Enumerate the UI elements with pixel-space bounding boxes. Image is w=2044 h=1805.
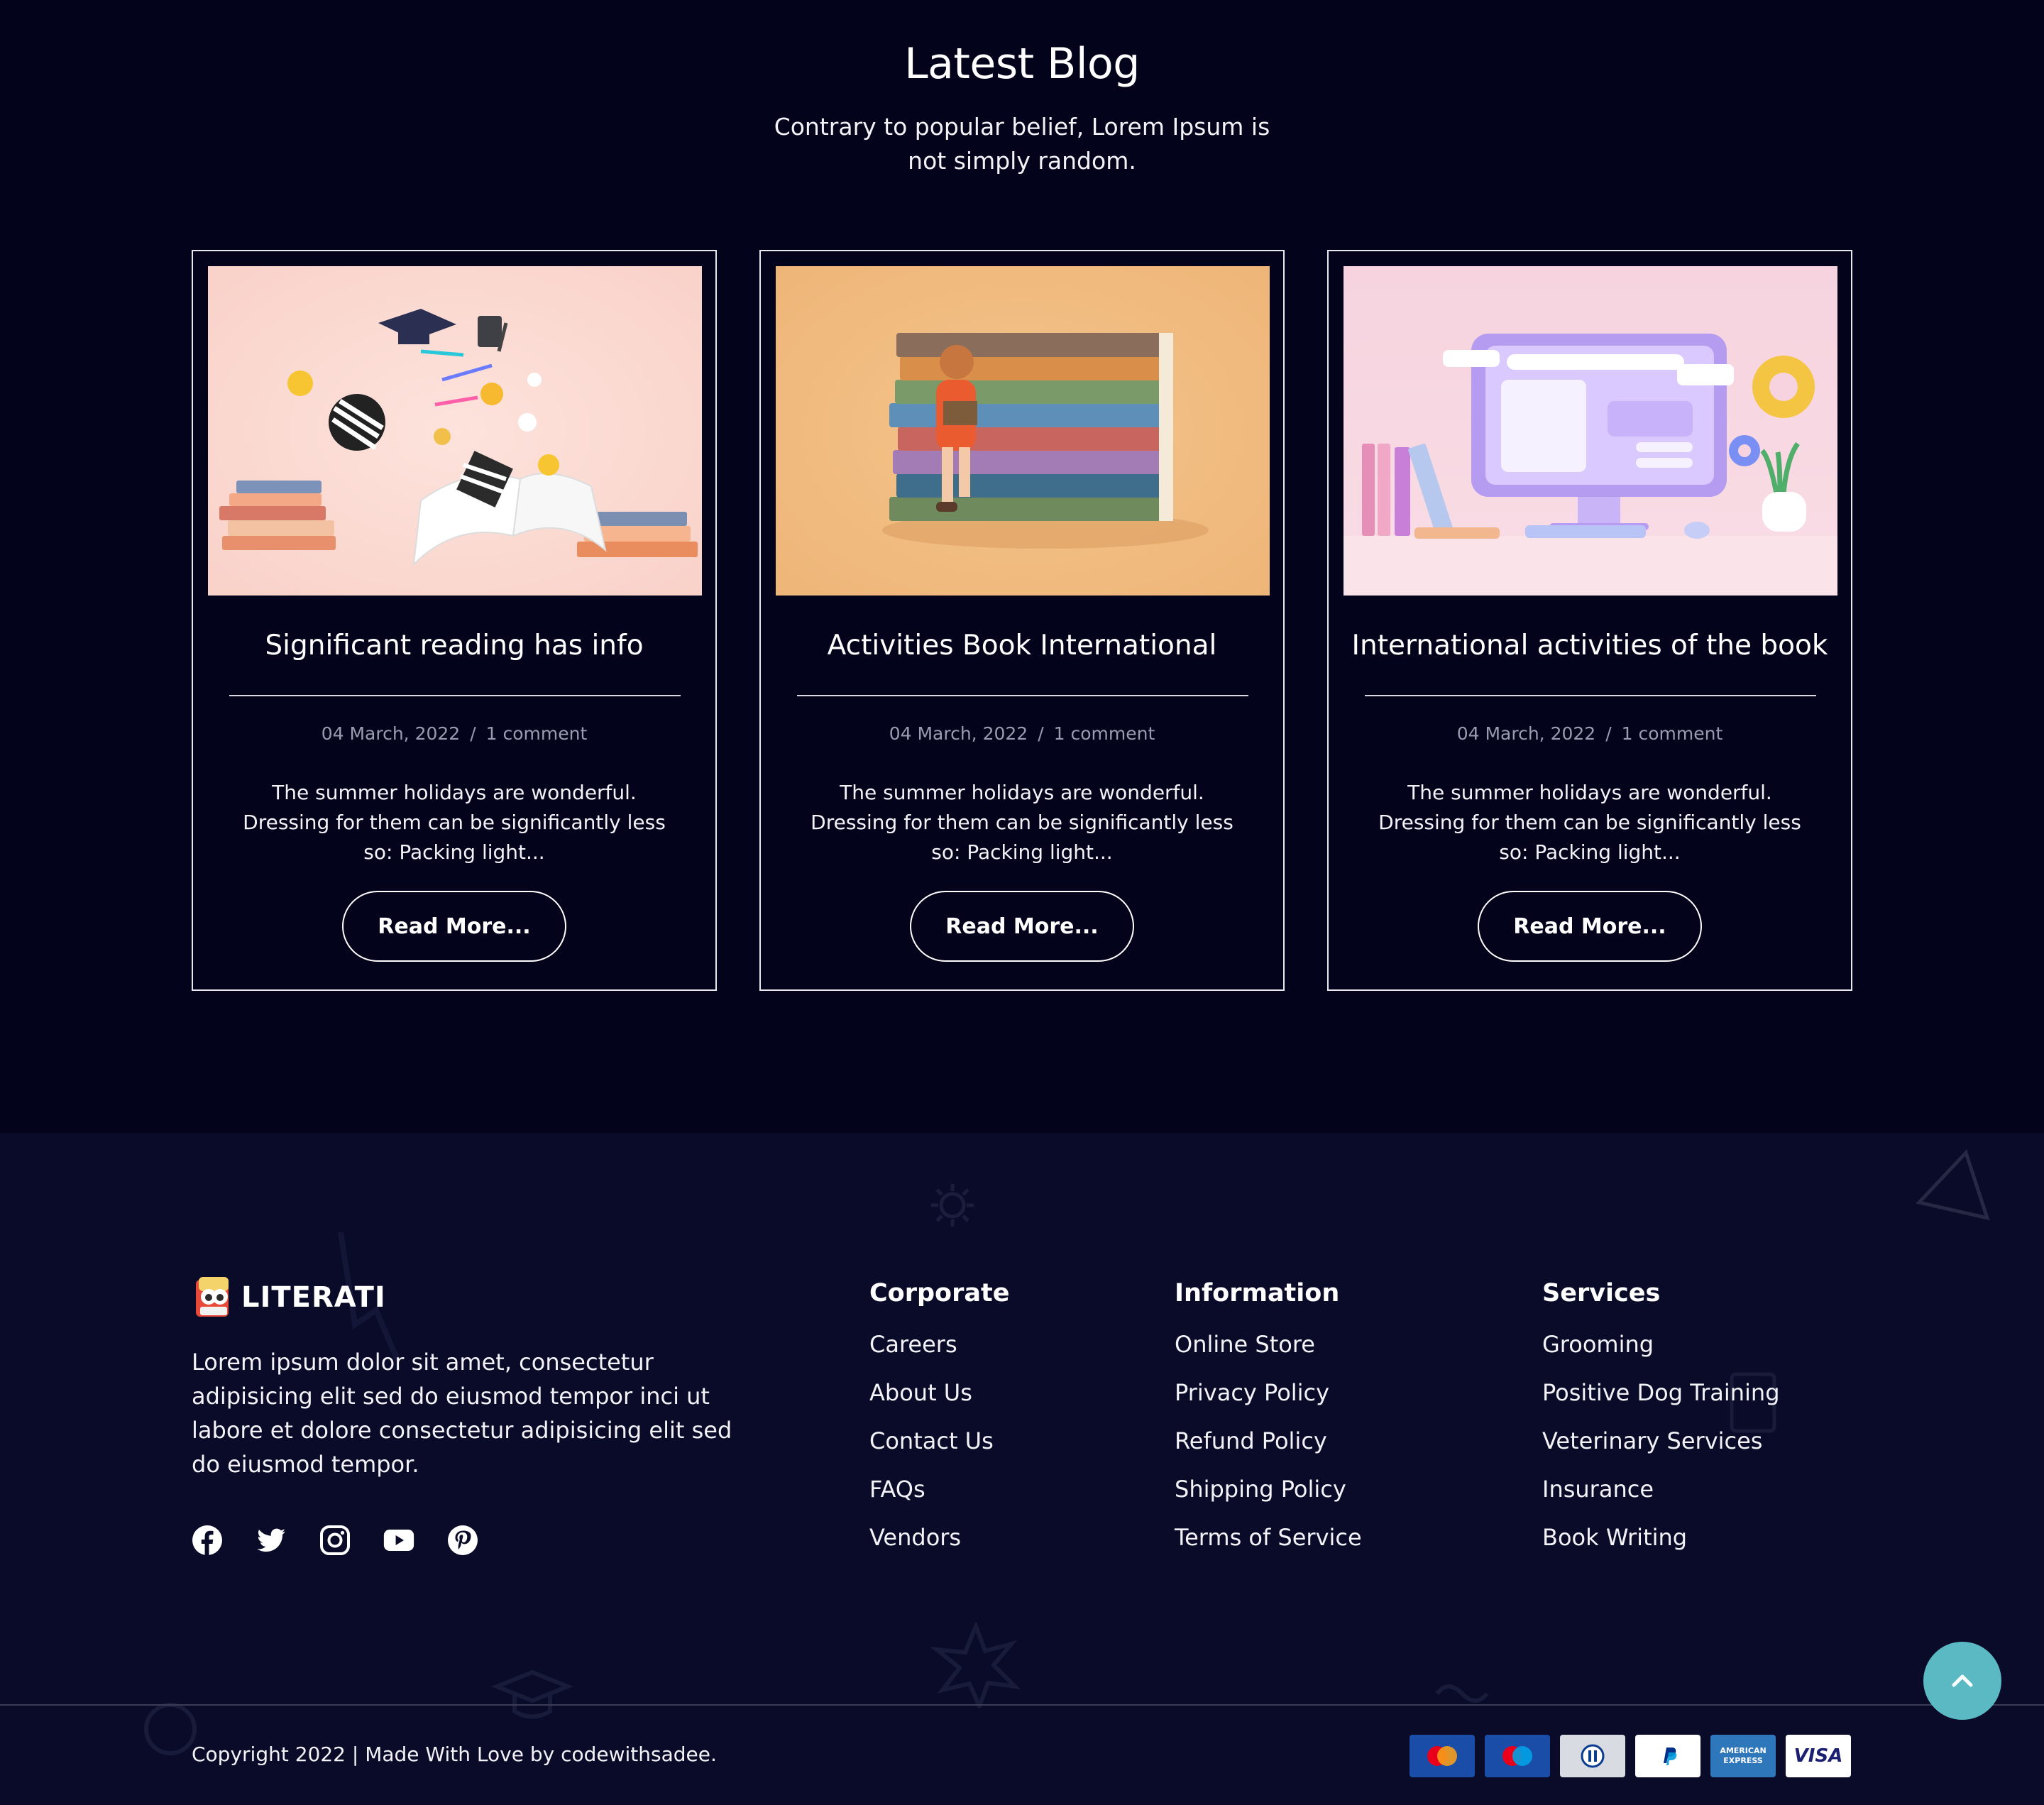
- blog-card-title[interactable]: Significant reading has info: [193, 627, 715, 664]
- triangle-decoration-icon: [1916, 1149, 1990, 1221]
- wave-decoration-icon: [1435, 1684, 1489, 1703]
- blog-meta: 04 March, 2022 / 1 comment: [193, 720, 715, 748]
- blog-excerpt: The summer holidays are wonderful. Dress…: [1378, 781, 1801, 864]
- computer-illustration: [1344, 266, 1837, 596]
- blog-card: Significant reading has info 04 March, 2…: [192, 250, 717, 991]
- blog-meta: 04 March, 2022 / 1 comment: [1329, 720, 1851, 748]
- american-express-icon: AMERICAN EXPRESS: [1710, 1735, 1776, 1777]
- chevron-up-icon: [1952, 1674, 1973, 1687]
- copyright-text: Copyright 2022 | Made With Love by codew…: [192, 1743, 717, 1766]
- youtube-icon[interactable]: [383, 1525, 414, 1556]
- sun-decoration-icon: [931, 1184, 974, 1227]
- instagram-icon[interactable]: [319, 1525, 351, 1556]
- divider: [229, 695, 681, 696]
- section-subtitle: Contrary to popular belief, Lorem Ipsum …: [774, 113, 1270, 175]
- blog-image-international[interactable]: [1344, 266, 1837, 596]
- blog-card: Activities Book International 04 March, …: [759, 250, 1285, 991]
- meta-separator: /: [1605, 723, 1612, 744]
- social-links: [192, 1525, 478, 1556]
- comment-count[interactable]: 1 comment: [1622, 723, 1723, 744]
- read-more-button[interactable]: Read More...: [342, 891, 566, 962]
- blog-excerpt: The summer holidays are wonderful. Dress…: [243, 781, 666, 864]
- blog-image-reading[interactable]: [208, 266, 702, 596]
- blog-excerpt: The summer holidays are wonderful. Dress…: [811, 781, 1233, 864]
- footer-link-faqs[interactable]: FAQs: [869, 1474, 1009, 1505]
- pinterest-icon[interactable]: [447, 1525, 478, 1556]
- blog-card-title[interactable]: International activities of the book: [1329, 627, 1851, 664]
- footer-link-dog-training[interactable]: Positive Dog Training: [1542, 1377, 1780, 1408]
- blog-card: International activities of the book 04 …: [1327, 250, 1852, 991]
- footer-link-online-store[interactable]: Online Store: [1175, 1329, 1362, 1360]
- books-illustration: [208, 266, 702, 596]
- footer-column-corporate: Corporate Careers About Us Contact Us FA…: [869, 1275, 1009, 1570]
- footer-link-privacy-policy[interactable]: Privacy Policy: [1175, 1377, 1362, 1408]
- maestro-icon: [1485, 1735, 1550, 1777]
- footer-link-refund-policy[interactable]: Refund Policy: [1175, 1425, 1362, 1456]
- section-title: Latest Blog: [904, 39, 1140, 89]
- footer-link-about-us[interactable]: About Us: [869, 1377, 1009, 1408]
- starburst-decoration-icon: [930, 1623, 1021, 1708]
- payment-methods: AMERICAN EXPRESS VISA: [1410, 1735, 1851, 1777]
- mastercard-icon: [1410, 1735, 1475, 1777]
- comment-count[interactable]: 1 comment: [1054, 723, 1155, 744]
- graduation-cap-decoration-icon: [490, 1669, 574, 1719]
- blog-image-activities[interactable]: [776, 266, 1270, 596]
- blog-section: Latest Blog Contrary to popular belief, …: [0, 0, 2044, 1133]
- brand-name: LITERATI: [241, 1281, 386, 1314]
- facebook-icon[interactable]: [192, 1525, 223, 1556]
- meta-separator: /: [470, 723, 476, 744]
- footer-link-shipping-policy[interactable]: Shipping Policy: [1175, 1474, 1362, 1505]
- footer-link-veterinary[interactable]: Veterinary Services: [1542, 1425, 1780, 1456]
- footer-link-grooming[interactable]: Grooming: [1542, 1329, 1780, 1360]
- footer-link-vendors[interactable]: Vendors: [869, 1522, 1009, 1553]
- footer-link-terms-of-service[interactable]: Terms of Service: [1175, 1522, 1362, 1553]
- comment-count[interactable]: 1 comment: [486, 723, 588, 744]
- book-stack-illustration: [776, 266, 1270, 596]
- footer-link-book-writing[interactable]: Book Writing: [1542, 1522, 1780, 1553]
- meta-separator: /: [1038, 723, 1044, 744]
- footer-column-information: Information Online Store Privacy Policy …: [1175, 1275, 1362, 1570]
- back-to-top-button[interactable]: [1923, 1642, 2001, 1720]
- column-heading: Corporate: [869, 1279, 1010, 1307]
- divider: [1365, 695, 1816, 696]
- twitter-icon[interactable]: [256, 1525, 287, 1556]
- circle-decoration-icon: [144, 1703, 197, 1755]
- footer-link-careers[interactable]: Careers: [869, 1329, 1009, 1360]
- footer-column-services: Services Grooming Positive Dog Training …: [1542, 1275, 1780, 1570]
- post-date: 04 March, 2022: [1456, 723, 1596, 744]
- column-heading: Information: [1175, 1279, 1340, 1307]
- footer-about-text: Lorem ipsum dolor sit amet, consectetur …: [192, 1349, 732, 1478]
- footer-brand[interactable]: LITERATI: [192, 1274, 386, 1321]
- blog-meta: 04 March, 2022 / 1 comment: [761, 720, 1283, 748]
- footer-link-insurance[interactable]: Insurance: [1542, 1474, 1780, 1505]
- divider: [797, 695, 1248, 696]
- column-heading: Services: [1542, 1279, 1661, 1307]
- read-more-button[interactable]: Read More...: [910, 891, 1134, 962]
- blog-card-title[interactable]: Activities Book International: [761, 627, 1283, 664]
- post-date: 04 March, 2022: [889, 723, 1028, 744]
- read-more-button[interactable]: Read More...: [1478, 891, 1702, 962]
- footer-divider: [0, 1704, 2044, 1706]
- footer-link-contact-us[interactable]: Contact Us: [869, 1425, 1009, 1456]
- paypal-icon: [1635, 1735, 1700, 1777]
- literati-logo-icon: [196, 1277, 229, 1317]
- post-date: 04 March, 2022: [321, 723, 461, 744]
- diners-club-icon: [1560, 1735, 1625, 1777]
- visa-icon: VISA: [1786, 1735, 1851, 1777]
